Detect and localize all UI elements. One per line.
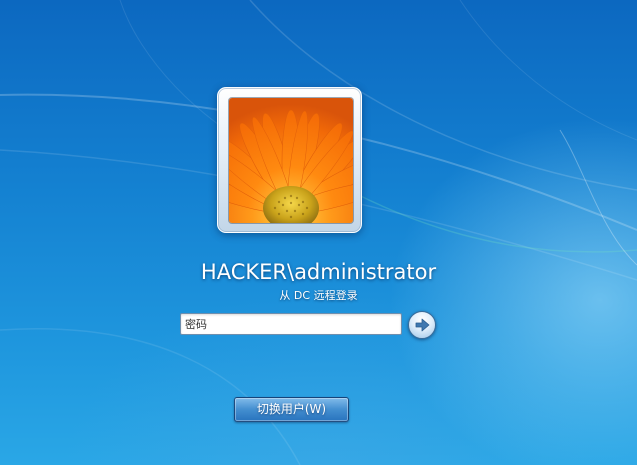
logon-screen: HACKER\administrator 从 DC 远程登录 切换用户(W): [0, 0, 637, 465]
account-name: HACKER\administrator: [200, 260, 437, 284]
user-avatar-flower-image: [229, 98, 353, 223]
flower-picture: [229, 98, 353, 223]
switch-user-button[interactable]: 切换用户(W): [234, 397, 349, 422]
submit-button[interactable]: [408, 311, 436, 339]
logon-status-text: 从 DC 远程登录: [279, 289, 358, 302]
arrow-right-icon: [415, 318, 430, 332]
user-avatar-frame: [217, 87, 362, 233]
password-input[interactable]: [180, 313, 402, 335]
